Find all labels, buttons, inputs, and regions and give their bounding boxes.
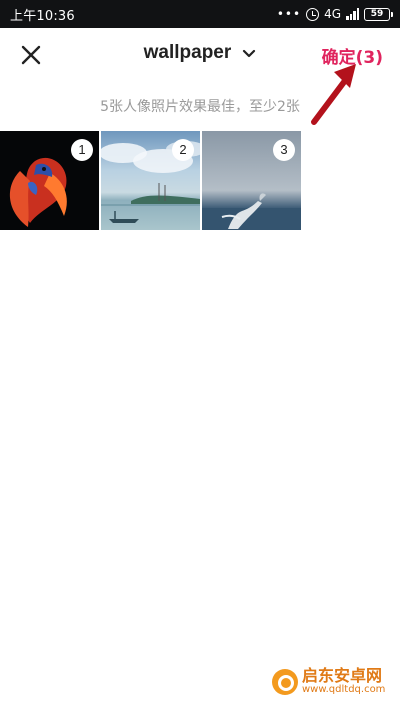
selection-badge: 3 xyxy=(273,139,295,161)
network-type: 4G xyxy=(324,7,341,21)
photo-thumbnail[interactable]: 3 xyxy=(202,131,301,230)
selection-badge: 2 xyxy=(172,139,194,161)
photo-thumbnail[interactable]: 2 xyxy=(101,131,200,230)
photo-thumbnail[interactable]: 1 xyxy=(0,131,99,230)
more-notifications-icon: ••• xyxy=(276,7,302,21)
watermark-url: www.qdltdq.com xyxy=(302,684,386,695)
site-watermark: 启东安卓网 www.qdltdq.com xyxy=(272,668,385,695)
status-time: 上午10:36 xyxy=(10,8,75,24)
alarm-icon xyxy=(306,7,320,21)
status-bar: 上午10:36 ••• 4G 59 xyxy=(0,0,400,28)
status-icons: ••• 4G 59 xyxy=(276,0,393,28)
album-title: wallpaper xyxy=(143,42,232,63)
watermark-name: 启东安卓网 xyxy=(302,666,383,685)
selection-badge: 1 xyxy=(71,139,93,161)
annotation-arrow-icon xyxy=(311,64,356,125)
battery-icon: 59 xyxy=(364,7,393,21)
photo-grid: 1 2 3 xyxy=(0,131,301,230)
watermark-logo-icon xyxy=(272,668,298,695)
chevron-down-icon xyxy=(243,49,256,57)
signal-icon xyxy=(346,8,359,20)
